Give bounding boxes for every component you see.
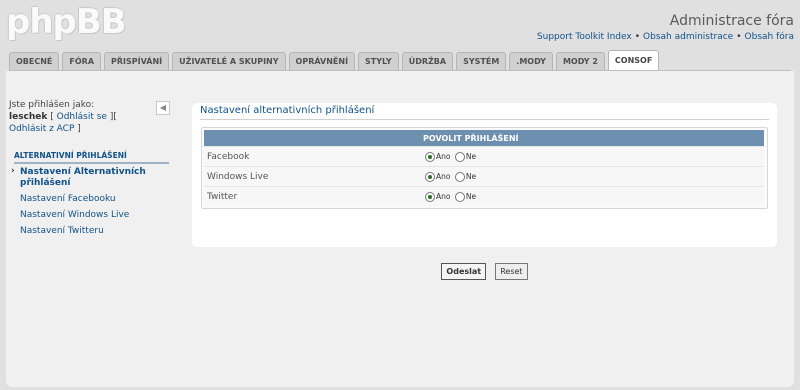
twitter-yes-radio[interactable] xyxy=(425,191,435,202)
settings-fieldset: POVOLIT PŘIHLÁŠENÍ Facebook Ano Ne Windo… xyxy=(201,127,768,209)
sidebar-item-alt-login-settings[interactable]: Nastavení Alternativních přihlášení xyxy=(10,166,170,190)
logout-acp-link[interactable]: Odhlásit z ACP xyxy=(9,124,74,134)
row-label-windows-live: Windows Live xyxy=(204,166,420,187)
tab-forums[interactable]: FÓRA xyxy=(62,52,102,70)
logged-in-label: Jste přihlášen jako: xyxy=(9,100,95,110)
table-row: Twitter Ano Ne xyxy=(204,186,764,206)
table-row: Windows Live Ano Ne xyxy=(204,166,764,187)
logged-in-info: Jste přihlášen jako: leschek [ Odhlásit … xyxy=(9,100,117,134)
twitter-no-label: Ne xyxy=(465,191,477,201)
facebook-options: Ano Ne xyxy=(420,146,764,167)
tab-system[interactable]: SYSTÉM xyxy=(456,52,507,70)
sidebar-item-facebook-settings[interactable]: Nastavení Facebooku xyxy=(10,193,170,206)
facebook-yes-radio[interactable] xyxy=(425,151,435,162)
tab-maintenance[interactable]: ÚDRŽBA xyxy=(401,52,454,70)
main-panel: Jste přihlášen jako: leschek [ Odhlásit … xyxy=(6,71,794,387)
sidebar-menu: Nastavení Alternativních přihlášení Nast… xyxy=(10,166,170,238)
windows-live-yes-radio[interactable] xyxy=(425,171,435,182)
submit-button[interactable]: Odeslat xyxy=(441,263,487,280)
menu-section-title: ALTERNATIVNÍ PŘIHLÁŠENÍ xyxy=(14,151,169,164)
table-row: Facebook Ano Ne xyxy=(204,146,764,167)
link-separator: • xyxy=(634,32,641,42)
table-header-empty xyxy=(204,130,420,147)
logout-link[interactable]: Odhlásit se xyxy=(57,112,107,122)
twitter-no-radio[interactable] xyxy=(454,191,465,202)
admin-tabs: OBECNÉ FÓRA PŘISPÍVÁNÍ UŽIVATELÉ A SKUPI… xyxy=(9,50,660,70)
table-header-row: POVOLIT PŘIHLÁŠENÍ xyxy=(204,130,764,147)
sidebar: Jste přihlášen jako: leschek [ Odhlásit … xyxy=(6,71,170,241)
tab-posting[interactable]: PŘISPÍVÁNÍ xyxy=(104,52,170,70)
sidebar-item-twitter-settings[interactable]: Nastavení Twitteru xyxy=(10,225,170,238)
settings-table: POVOLIT PŘIHLÁŠENÍ Facebook Ano Ne Windo… xyxy=(204,130,764,206)
form-buttons: Odeslat Reset xyxy=(192,259,777,280)
title-divider xyxy=(200,119,769,120)
windows-live-yes-label: Ano xyxy=(436,171,451,181)
facebook-no-radio[interactable] xyxy=(454,151,465,162)
facebook-yes-label: Ano xyxy=(436,151,451,161)
top-links: Support Toolkit Index • Obsah administrace… xyxy=(537,32,794,42)
tab-mods-2[interactable]: MODY 2 xyxy=(555,52,605,70)
link-separator: • xyxy=(736,32,742,42)
reset-button[interactable]: Reset xyxy=(495,263,528,280)
twitter-options: Ano Ne xyxy=(420,186,764,206)
windows-live-options: Ano Ne xyxy=(420,166,764,187)
board-index-link[interactable]: Obsah fóra xyxy=(745,32,794,42)
row-label-twitter: Twitter xyxy=(204,186,420,206)
tab-users-groups[interactable]: UŽIVATELÉ A SKUPINY xyxy=(172,52,286,70)
acp-index-link[interactable]: Obsah administrace xyxy=(643,32,733,42)
tab-consof[interactable]: CONSOF xyxy=(607,50,660,70)
phpbb-logo: phpBB xyxy=(6,2,127,42)
admin-title: Administrace fóra xyxy=(669,13,794,29)
page-title: Nastavení alternativních přihlášení xyxy=(200,105,375,116)
tab-styles[interactable]: STYLY xyxy=(358,52,399,70)
table-header-enable-login: POVOLIT PŘIHLÁŠENÍ xyxy=(420,130,764,147)
collapse-sidebar-icon[interactable]: ◀ xyxy=(156,101,170,115)
windows-live-no-radio[interactable] xyxy=(454,171,465,182)
sidebar-item-windows-live-settings[interactable]: Nastavení Windows Live xyxy=(10,209,170,222)
twitter-yes-label: Ano xyxy=(436,191,451,201)
tab-permissions[interactable]: OPRÁVNĚNÍ xyxy=(288,52,356,70)
username: leschek xyxy=(9,112,48,122)
tab-mods[interactable]: .MODY xyxy=(509,52,553,70)
windows-live-no-label: Ne xyxy=(465,171,477,181)
support-toolkit-link[interactable]: Support Toolkit Index xyxy=(537,32,632,42)
row-label-facebook: Facebook xyxy=(204,146,420,167)
content-area: Nastavení alternativních přihlášení POVO… xyxy=(192,103,777,247)
facebook-no-label: Ne xyxy=(465,151,477,161)
tab-general[interactable]: OBECNÉ xyxy=(9,52,60,70)
